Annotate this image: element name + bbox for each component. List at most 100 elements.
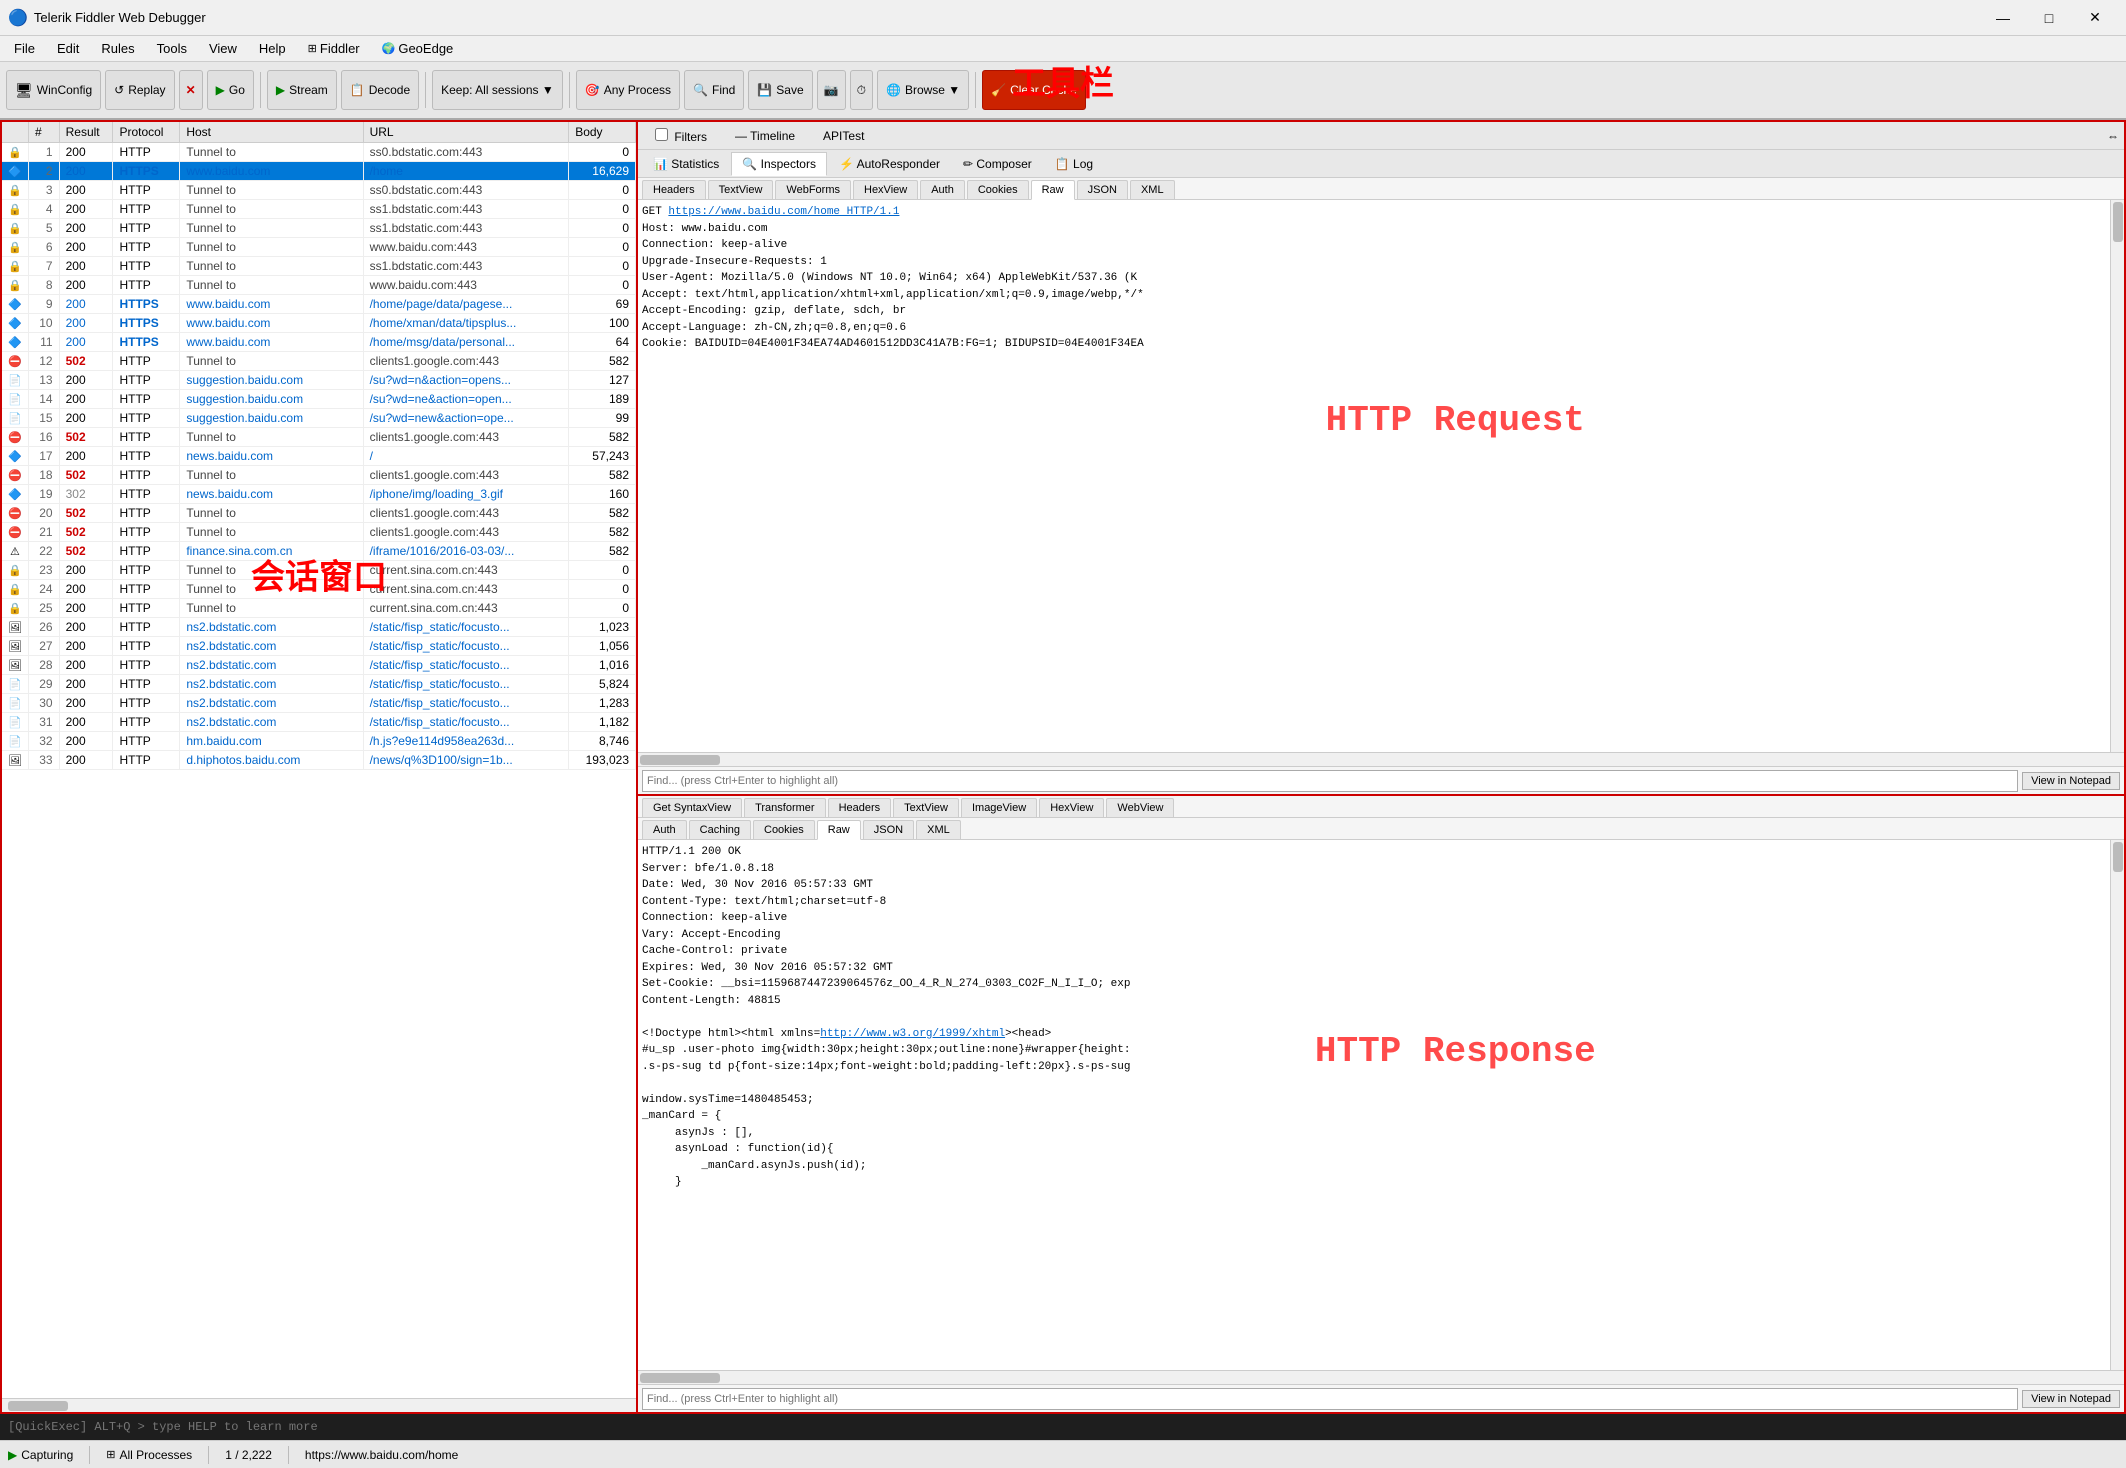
go-button[interactable]: ▶ Go xyxy=(207,70,254,110)
table-row[interactable]: 🔒 25 200 HTTP Tunnel to current.sina.com… xyxy=(2,599,636,618)
table-row[interactable]: 🖼 26 200 HTTP ns2.bdstatic.com /static/f… xyxy=(2,618,636,637)
resp-tab-raw[interactable]: Raw xyxy=(817,820,861,840)
resp-tab-textview[interactable]: TextView xyxy=(893,798,959,817)
req-tab-webforms[interactable]: WebForms xyxy=(775,180,851,199)
table-row[interactable]: 📄 15 200 HTTP suggestion.baidu.com /su?w… xyxy=(2,409,636,428)
col-host[interactable]: Host xyxy=(180,122,363,143)
req-tab-textview[interactable]: TextView xyxy=(708,180,774,199)
resp-tab-xml[interactable]: XML xyxy=(916,820,961,839)
resp-tab-caching[interactable]: Caching xyxy=(689,820,751,839)
maximize-button[interactable]: □ xyxy=(2026,3,2072,33)
menu-file[interactable]: File xyxy=(4,39,45,58)
table-row[interactable]: 🖼 28 200 HTTP ns2.bdstatic.com /static/f… xyxy=(2,656,636,675)
req-vscroll-thumb[interactable] xyxy=(2113,202,2123,242)
col-result[interactable]: Result xyxy=(59,122,113,143)
request-viewnotepad-button[interactable]: View in Notepad xyxy=(2022,772,2120,790)
table-row[interactable]: 📄 13 200 HTTP suggestion.baidu.com /su?w… xyxy=(2,371,636,390)
inspector-tab-statistics[interactable]: 📊 Statistics xyxy=(642,152,730,176)
close-button[interactable]: ✕ xyxy=(2072,3,2118,33)
table-row[interactable]: ⛔ 18 502 HTTP Tunnel to clients1.google.… xyxy=(2,466,636,485)
filters-checkbox[interactable] xyxy=(655,128,668,141)
anyprocess-button[interactable]: 🎯 Any Process xyxy=(576,70,680,110)
table-row[interactable]: 🔒 8 200 HTTP Tunnel to www.baidu.com:443… xyxy=(2,276,636,295)
menu-view[interactable]: View xyxy=(199,39,247,58)
stream-button[interactable]: ▶ Stream xyxy=(267,70,337,110)
table-row[interactable]: 🔷 19 302 HTTP news.baidu.com /iphone/img… xyxy=(2,485,636,504)
resp-xmlns-link[interactable]: http://www.w3.org/1999/xhtml xyxy=(820,1028,1005,1040)
resp-tab-hexview[interactable]: HexView xyxy=(1039,798,1104,817)
table-row[interactable]: 🔒 7 200 HTTP Tunnel to ss1.bdstatic.com:… xyxy=(2,257,636,276)
inspector-tab-inspectors[interactable]: 🔍 Inspectors xyxy=(731,152,827,176)
save-button[interactable]: 💾 Save xyxy=(748,70,812,110)
table-row[interactable]: 🔒 23 200 HTTP Tunnel to current.sina.com… xyxy=(2,561,636,580)
resp-tab-headers[interactable]: Headers xyxy=(828,798,892,817)
menu-rules[interactable]: Rules xyxy=(91,39,144,58)
resp-hscroll[interactable] xyxy=(638,1370,2124,1384)
inspector-tab-log[interactable]: 📋 Log xyxy=(1044,152,1104,176)
table-row[interactable]: 🔒 5 200 HTTP Tunnel to ss1.bdstatic.com:… xyxy=(2,219,636,238)
table-row[interactable]: 🔷 10 200 HTTPS www.baidu.com /home/xman/… xyxy=(2,314,636,333)
table-row[interactable]: 🔒 24 200 HTTP Tunnel to current.sina.com… xyxy=(2,580,636,599)
table-row[interactable]: 📄 14 200 HTTP suggestion.baidu.com /su?w… xyxy=(2,390,636,409)
table-row[interactable]: 🔷 9 200 HTTPS www.baidu.com /home/page/d… xyxy=(2,295,636,314)
request-content-area[interactable]: HTTP Request GET https://www.baidu.com/h… xyxy=(638,200,2124,752)
resp-tab-webview[interactable]: WebView xyxy=(1106,798,1174,817)
menu-edit[interactable]: Edit xyxy=(47,39,89,58)
table-row[interactable]: ⛔ 20 502 HTTP Tunnel to clients1.google.… xyxy=(2,504,636,523)
table-row[interactable]: ⚠ 22 502 HTTP finance.sina.com.cn /ifram… xyxy=(2,542,636,561)
menu-fiddler[interactable]: ⊞ Fiddler xyxy=(298,39,370,58)
menu-help[interactable]: Help xyxy=(249,39,296,58)
req-url-link[interactable]: https://www.baidu.com/home HTTP/1.1 xyxy=(668,206,899,218)
keep-button[interactable]: Keep: All sessions ▼ xyxy=(432,70,563,110)
table-row[interactable]: 📄 32 200 HTTP hm.baidu.com /h.js?e9e114d… xyxy=(2,732,636,751)
tab-timeline[interactable]: — Timeline xyxy=(722,124,808,148)
table-row[interactable]: 🔒 4 200 HTTP Tunnel to ss1.bdstatic.com:… xyxy=(2,200,636,219)
resp-hscroll-thumb[interactable] xyxy=(640,1373,720,1383)
inspector-tab-composer[interactable]: ✏ Composer xyxy=(952,152,1043,176)
find-button[interactable]: 🔍 Find xyxy=(684,70,744,110)
resp-tab-json[interactable]: JSON xyxy=(863,820,914,839)
inspector-tab-autoresponder[interactable]: ⚡ AutoResponder xyxy=(828,152,951,176)
tab-apitest[interactable]: APITest xyxy=(810,124,877,148)
quickexec-input[interactable] xyxy=(8,1420,2118,1434)
winconfig-button[interactable]: 🖥 WinConfig xyxy=(6,70,101,110)
req-tab-raw[interactable]: Raw xyxy=(1031,180,1075,200)
response-viewnotepad-button[interactable]: View in Notepad xyxy=(2022,1390,2120,1408)
decode-button[interactable]: 📋 Decode xyxy=(341,70,419,110)
pane-resize-handle[interactable]: ⇔ xyxy=(2106,129,2120,143)
req-hscroll[interactable] xyxy=(638,752,2124,766)
table-row[interactable]: 🔷 17 200 HTTP news.baidu.com / 57,243 xyxy=(2,447,636,466)
req-tab-headers[interactable]: Headers xyxy=(642,180,706,199)
session-table-container[interactable]: # Result Protocol Host URL Body 🔒 1 200 … xyxy=(2,122,636,1398)
table-row[interactable]: 🔒 1 200 HTTP Tunnel to ss0.bdstatic.com:… xyxy=(2,143,636,162)
table-row[interactable]: 🔷 11 200 HTTPS www.baidu.com /home/msg/d… xyxy=(2,333,636,352)
resp-tab-auth[interactable]: Auth xyxy=(642,820,687,839)
table-row[interactable]: 🔒 6 200 HTTP Tunnel to www.baidu.com:443… xyxy=(2,238,636,257)
resp-vscroll-thumb[interactable] xyxy=(2113,842,2123,872)
table-row[interactable]: 🖼 33 200 HTTP d.hiphotos.baidu.com /news… xyxy=(2,751,636,770)
hscroll-thumb[interactable] xyxy=(8,1401,68,1411)
remove-button[interactable]: ✕ xyxy=(179,70,203,110)
req-hscroll-thumb[interactable] xyxy=(640,755,720,765)
table-row[interactable]: ⛔ 21 502 HTTP Tunnel to clients1.google.… xyxy=(2,523,636,542)
table-row[interactable]: 🖼 27 200 HTTP ns2.bdstatic.com /static/f… xyxy=(2,637,636,656)
timer-button[interactable]: ⏱ xyxy=(850,70,873,110)
table-row[interactable]: ⛔ 12 502 HTTP Tunnel to clients1.google.… xyxy=(2,352,636,371)
table-row[interactable]: 📄 31 200 HTTP ns2.bdstatic.com /static/f… xyxy=(2,713,636,732)
response-content-area[interactable]: HTTP Response HTTP/1.1 200 OK Server: bf… xyxy=(638,840,2124,1370)
col-body[interactable]: Body xyxy=(569,122,636,143)
col-url[interactable]: URL xyxy=(363,122,569,143)
tab-filters[interactable]: Filters xyxy=(642,123,720,149)
resp-vscroll[interactable] xyxy=(2110,840,2124,1370)
req-tab-auth[interactable]: Auth xyxy=(920,180,965,199)
col-protocol[interactable]: Protocol xyxy=(113,122,180,143)
resp-tab-cookies[interactable]: Cookies xyxy=(753,820,815,839)
resp-tab-transformer[interactable]: Transformer xyxy=(744,798,826,817)
response-find-input[interactable] xyxy=(642,1388,2018,1410)
table-row[interactable]: 📄 30 200 HTTP ns2.bdstatic.com /static/f… xyxy=(2,694,636,713)
camera-button[interactable]: 📷 xyxy=(817,70,846,110)
table-row[interactable]: 📄 29 200 HTTP ns2.bdstatic.com /static/f… xyxy=(2,675,636,694)
table-row[interactable]: 🔷 2 200 HTTPS www.baidu.com /home 16,629 xyxy=(2,162,636,181)
req-tab-json[interactable]: JSON xyxy=(1077,180,1128,199)
menu-geoedge[interactable]: 🌍 GeoEdge xyxy=(372,39,464,58)
